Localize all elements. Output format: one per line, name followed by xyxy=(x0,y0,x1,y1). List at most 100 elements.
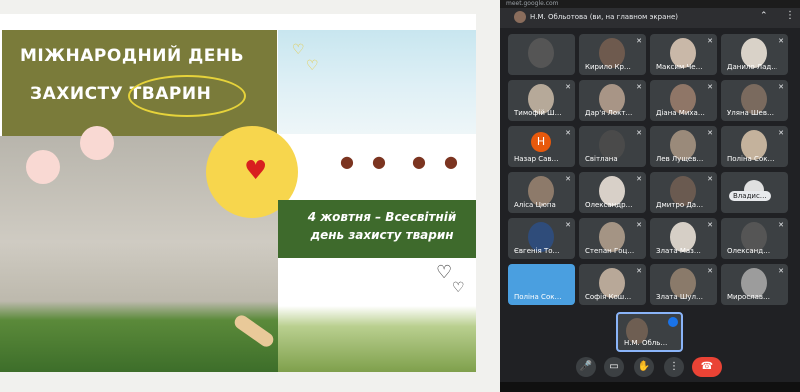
date-banner-text: 4 жовтня – Всесвітній день захисту твари… xyxy=(307,210,457,242)
collapse-chevron-icon[interactable]: ⌃ xyxy=(760,11,768,21)
participant-name: Лев Лущев… xyxy=(656,155,704,163)
participant-tile[interactable]: ✕ Дмитро Да… xyxy=(650,172,717,213)
mic-off-icon: ✕ xyxy=(778,221,784,229)
participant-tile[interactable]: ✕ Світлана xyxy=(579,126,646,167)
raise-hand-button[interactable]: ✋ xyxy=(634,357,654,377)
participant-tile[interactable]: ✕ Олександр… xyxy=(579,172,646,213)
call-controls: 🎤 ▭ ✋ ⋮ ☎ xyxy=(500,354,800,382)
paw-print-icon: ● xyxy=(372,152,386,171)
mic-off-icon: ✕ xyxy=(707,175,713,183)
more-options-button[interactable]: ⋮ xyxy=(664,357,684,377)
mic-off-icon: ✕ xyxy=(707,83,713,91)
participant-name: Максим Че… xyxy=(656,63,703,71)
kitten-photo xyxy=(278,30,476,134)
participant-tile[interactable]: ✕ Поліна Сок… xyxy=(721,126,788,167)
outline-heart-icon: ♡ xyxy=(436,262,453,283)
participant-tile[interactable]: ✕ Тимофій Ш… xyxy=(508,80,575,121)
mic-off-icon: ✕ xyxy=(707,129,713,137)
participant-name: Тимофій Ш… xyxy=(514,109,562,117)
outline-heart-icon: ♡ xyxy=(452,280,465,296)
participant-tile[interactable]: Н ✕ Назар Сав… xyxy=(508,126,575,167)
participant-tile[interactable]: ✕ Діана Миха… xyxy=(650,80,717,121)
mic-off-icon: ✕ xyxy=(707,221,713,229)
mic-off-icon: ✕ xyxy=(565,221,571,229)
participant-name: Аліса Цюпа xyxy=(514,201,556,209)
mic-off-icon: ✕ xyxy=(778,129,784,137)
participant-tile[interactable]: ✕ Данило Лад… xyxy=(721,34,788,75)
participant-name: Назар Сав… xyxy=(514,155,559,163)
participant-name: Діана Миха… xyxy=(656,109,705,117)
paw-print-icon: ● xyxy=(444,152,458,171)
slide-title-line1: МІЖНАРОДНИЙ ДЕНЬ xyxy=(20,46,245,66)
participant-name: Софія Кош… xyxy=(585,293,632,301)
participant-name: Уляна Шев… xyxy=(727,109,774,117)
mic-off-icon: ✕ xyxy=(707,37,713,45)
speaking-indicator-icon xyxy=(668,317,678,327)
presentation-slide: МІЖНАРОДНИЙ ДЕНЬ ЗАХИСТУ ТВАРИН ♡ ♡ ♥ ● … xyxy=(0,14,476,372)
microphone-button[interactable]: 🎤 xyxy=(576,357,596,377)
mic-off-icon: ✕ xyxy=(778,83,784,91)
pink-paw-icon xyxy=(26,150,60,184)
meet-panel: meet.google.com Н.М. Обльотова (ви, на г… xyxy=(500,0,800,392)
participant-tile[interactable]: ✕ Злата Шул… xyxy=(650,264,717,305)
shared-screen: МІЖНАРОДНИЙ ДЕНЬ ЗАХИСТУ ТВАРИН ♡ ♡ ♥ ● … xyxy=(0,0,500,392)
participant-name: Поліна Сок… xyxy=(514,293,562,301)
participant-tile[interactable]: ✕ Мирослав… xyxy=(721,264,788,305)
participant-name: Мирослав… xyxy=(727,293,771,301)
participant-tile[interactable]: Владис… xyxy=(721,172,788,213)
pink-paw-icon xyxy=(80,126,114,160)
participant-name: Злата Маз… xyxy=(656,247,701,255)
decor-heart-icon: ♡ xyxy=(306,58,319,74)
participant-tile[interactable]: ✕ Софія Кош… xyxy=(579,264,646,305)
presenter-avatar xyxy=(514,11,526,23)
participant-tile[interactable]: ✕ Злата Маз… xyxy=(650,218,717,259)
self-name: Н.М. Обль… xyxy=(624,339,668,347)
participant-tile[interactable]: ✕ Аліса Цюпа xyxy=(508,172,575,213)
mic-off-icon: ✕ xyxy=(636,221,642,229)
mic-off-icon: ✕ xyxy=(636,37,642,45)
paw-print-icon: ● xyxy=(412,152,426,171)
mic-off-icon: ✕ xyxy=(636,267,642,275)
mic-off-icon: ✕ xyxy=(707,267,713,275)
address-bar: meet.google.com xyxy=(500,0,800,8)
url-text: meet.google.com xyxy=(506,0,559,7)
presenter-label: Н.М. Обльотова (ви, на главном экране) xyxy=(530,13,678,21)
participant-tile[interactable]: ✕ Дар'я Локт… xyxy=(579,80,646,121)
mic-off-icon: ✕ xyxy=(636,175,642,183)
participant-tile[interactable]: ✕ Олександ… xyxy=(721,218,788,259)
participant-tile[interactable]: ✕ Уляна Шев… xyxy=(721,80,788,121)
participant-avatar-letter: Н xyxy=(531,132,551,152)
participant-tile[interactable]: Поліна Сок… xyxy=(508,264,575,305)
participant-name: Євгенія То… xyxy=(514,247,560,255)
participant-tile[interactable]: ✕ Кирило Кр… xyxy=(579,34,646,75)
more-options-icon[interactable]: ⋮ xyxy=(785,10,795,21)
participant-name: Данило Лад… xyxy=(727,63,777,71)
mic-off-icon: ✕ xyxy=(565,83,571,91)
heart-icon: ♥ xyxy=(244,156,268,186)
participant-name: Степан Гоц… xyxy=(585,247,635,255)
camera-button[interactable]: ▭ xyxy=(604,357,624,377)
self-view-tile[interactable]: Н.М. Обль… xyxy=(616,312,683,352)
mic-off-icon: ✕ xyxy=(778,267,784,275)
participant-tile[interactable]: ✕ Степан Гоц… xyxy=(579,218,646,259)
participant-name: Владис… xyxy=(729,191,771,201)
participant-name: Світлана xyxy=(585,155,618,163)
participant-name: Злата Шул… xyxy=(656,293,703,301)
title-underline-oval xyxy=(128,75,246,117)
participant-tile[interactable]: ✕ Максим Че… xyxy=(650,34,717,75)
end-call-button[interactable]: ☎ xyxy=(692,357,722,377)
mic-off-icon: ✕ xyxy=(778,37,784,45)
participant-name: Олександр… xyxy=(585,201,633,209)
participant-tile[interactable] xyxy=(508,34,575,75)
participant-name: Кирило Кр… xyxy=(585,63,631,71)
decor-heart-icon: ♡ xyxy=(292,42,305,58)
mic-off-icon: ✕ xyxy=(636,83,642,91)
taskbar xyxy=(500,382,800,392)
participant-tile[interactable]: ✕ Євгенія То… xyxy=(508,218,575,259)
participant-tile[interactable]: ✕ Лев Лущев… xyxy=(650,126,717,167)
participant-name: Дар'я Локт… xyxy=(585,109,633,117)
participant-name: Дмитро Да… xyxy=(656,201,704,209)
screen: МІЖНАРОДНИЙ ДЕНЬ ЗАХИСТУ ТВАРИН ♡ ♡ ♥ ● … xyxy=(0,0,800,392)
mic-off-icon: ✕ xyxy=(565,175,571,183)
participant-name: Поліна Сок… xyxy=(727,155,775,163)
